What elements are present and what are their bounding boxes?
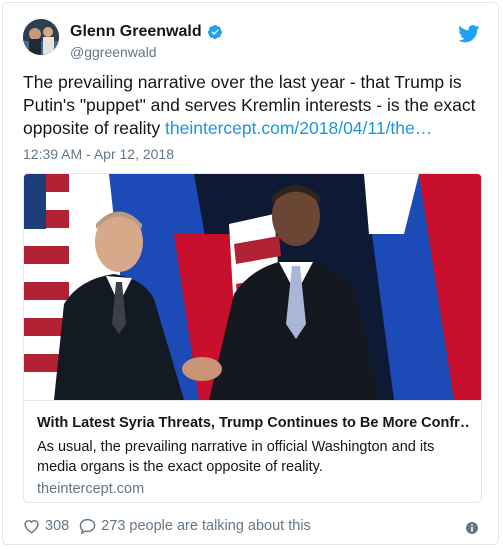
display-name[interactable]: Glenn Greenwald (70, 23, 202, 41)
heart-icon[interactable] (23, 518, 40, 534)
link-preview-title[interactable]: With Latest Syria Threats, Trump Continu… (37, 415, 469, 431)
tweet-timestamp[interactable]: 12:39 AM - Apr 12, 2018 (23, 146, 174, 162)
author-name-row[interactable]: Glenn Greenwald (70, 23, 223, 41)
comment-bubble-icon[interactable] (79, 518, 96, 534)
author-handle[interactable]: @ggreenwald (70, 44, 157, 60)
talking-count[interactable]: 273 people are talking about this (101, 518, 311, 534)
like-count[interactable]: 308 (45, 518, 69, 534)
link-preview-description: As usual, the prevailing narrative in of… (37, 439, 435, 475)
avatar[interactable] (23, 19, 59, 55)
tweet-link[interactable]: theintercept.com/2018/04/11/the… (165, 118, 432, 138)
link-preview-image (24, 174, 481, 400)
tweet-text: The prevailing narrative over the last y… (23, 71, 488, 140)
tweet-footer: 308 273 people are talking about this (23, 518, 311, 534)
info-icon[interactable] (466, 522, 478, 534)
twitter-bird-icon[interactable] (458, 25, 480, 43)
link-preview-body[interactable]: With Latest Syria Threats, Trump Continu… (24, 400, 481, 502)
link-preview-card[interactable]: With Latest Syria Threats, Trump Continu… (23, 173, 482, 503)
tweet-card: Glenn Greenwald @ggreenwald The prevaili… (2, 2, 499, 545)
verified-badge-icon (207, 25, 222, 39)
link-preview-domain: theintercept.com (37, 481, 145, 497)
